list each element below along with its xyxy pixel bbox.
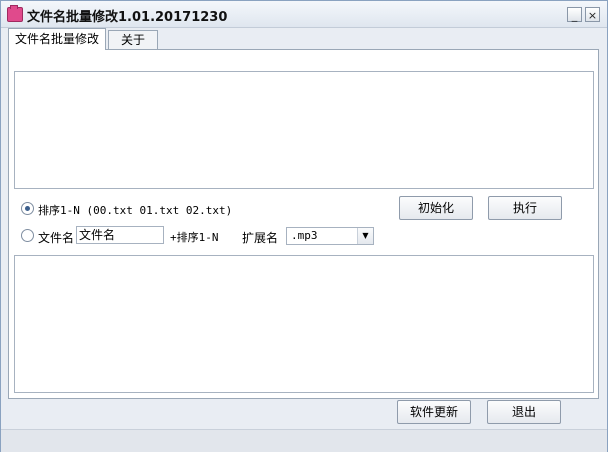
sort-option-label: 排序1-N (00.txt 01.txt 02.txt) — [38, 204, 233, 217]
tab-batch-rename[interactable]: 文件名批量修改 — [8, 28, 106, 50]
extension-label: 扩展名 — [242, 231, 279, 245]
close-button[interactable]: × — [585, 7, 600, 22]
exit-button[interactable]: 退出 — [487, 400, 561, 424]
window-title: 文件名批量修改1.01.20171230 — [27, 10, 228, 25]
software-update-button[interactable]: 软件更新 — [397, 400, 471, 424]
filename-option-radio[interactable] — [21, 229, 34, 242]
init-button[interactable]: 初始化 — [399, 196, 473, 220]
folder-icon — [7, 5, 23, 22]
main-panel: 排序1-N (00.txt 01.txt 02.txt) 初始化 执行 文件名 … — [8, 49, 599, 399]
execute-button[interactable]: 执行 — [488, 196, 562, 220]
suffix-label: +排序1-N — [170, 231, 219, 244]
extension-select[interactable]: .mp3 ▼ — [286, 227, 374, 245]
tab-strip: 文件名批量修改 关于 — [8, 28, 604, 50]
status-bar — [1, 429, 607, 452]
minimize-button[interactable]: _ — [567, 7, 582, 22]
sort-option-radio[interactable] — [21, 202, 34, 215]
extension-value: .mp3 — [291, 229, 318, 242]
tab-about[interactable]: 关于 — [108, 30, 158, 49]
app-window: 文件名批量修改1.01.20171230 _ × 文件名批量修改 关于 排序1-… — [0, 0, 608, 452]
file-list-area[interactable] — [14, 71, 594, 189]
filename-option-label: 文件名 — [38, 231, 75, 245]
title-bar[interactable]: 文件名批量修改1.01.20171230 _ × — [1, 1, 607, 28]
result-area[interactable] — [14, 255, 594, 393]
bottom-bar: 软件更新 退出 — [8, 399, 599, 427]
filename-input[interactable]: 文件名 — [76, 226, 164, 244]
chevron-down-icon[interactable]: ▼ — [357, 228, 373, 244]
